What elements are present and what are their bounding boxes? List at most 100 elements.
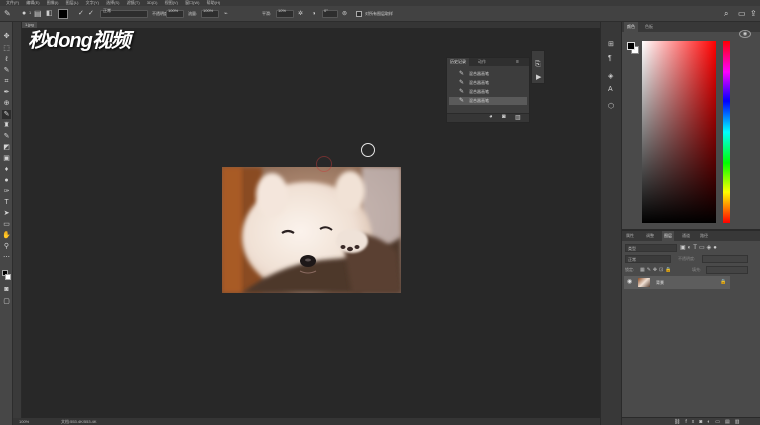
crop-icon[interactable]: ⌗: [2, 77, 11, 86]
pen-icon[interactable]: ✑: [2, 187, 11, 196]
rectangle-icon[interactable]: ▭: [2, 220, 11, 229]
hand-icon[interactable]: ✋: [2, 231, 11, 240]
dodge-icon[interactable]: ●: [2, 176, 11, 185]
lock-icons[interactable]: ▦✎✥⊡🔒: [640, 266, 674, 274]
quick-mask-icon[interactable]: ◙: [2, 285, 11, 294]
history-step-label: 混合器画笔: [469, 71, 489, 76]
history-step[interactable]: ✎ 混合器画笔: [449, 88, 527, 96]
stamp-icon[interactable]: ♜: [2, 121, 11, 130]
panel-menu-icon[interactable]: ≡: [513, 58, 522, 66]
load-brush-icon[interactable]: ✓: [78, 6, 84, 22]
tab-swatches[interactable]: 色板: [642, 22, 656, 32]
marquee-icon[interactable]: ⬚: [2, 44, 11, 53]
layer-row-background[interactable]: ◉ 背景 🔒: [624, 276, 730, 289]
pressure-icon[interactable]: ⊚: [342, 6, 347, 22]
tab-paths[interactable]: 路径: [698, 231, 710, 241]
quick-select-icon[interactable]: ✎: [2, 66, 11, 75]
history-panel-header: 历史记录 动作 ≡: [447, 58, 529, 66]
history-step[interactable]: ✎ 混合器画笔: [449, 79, 527, 87]
tab-history[interactable]: 历史记录: [447, 58, 469, 66]
layer-thumbnail: [638, 278, 650, 287]
search-icon[interactable]: ⌕: [724, 9, 728, 19]
play-icon[interactable]: ▶: [536, 73, 541, 81]
eraser-icon[interactable]: ◩: [2, 143, 11, 152]
eye-icon[interactable]: ◉: [739, 30, 751, 38]
more-tools-icon[interactable]: ⋯: [2, 253, 11, 262]
airbrush-icon[interactable]: ⌁: [224, 6, 228, 22]
mode-select[interactable]: 正常: [100, 8, 148, 18]
layer-filter-select[interactable]: 类型: [625, 244, 677, 252]
mixer-brush-icon: ✎: [459, 98, 465, 104]
snapshot-icon[interactable]: ◕: [489, 114, 493, 120]
color-picker-field[interactable]: [642, 41, 716, 223]
share-icon[interactable]: ⇪: [750, 9, 757, 18]
workspace-icon[interactable]: ▭: [738, 9, 746, 18]
mixer-brush-icon[interactable]: ✎: [4, 6, 11, 22]
tab-adjustments[interactable]: 调整: [644, 231, 656, 241]
mixer-brush-icon: ✎: [459, 80, 465, 86]
tab-channels[interactable]: 通道: [680, 231, 692, 241]
visibility-eye-icon[interactable]: ◉: [627, 278, 632, 285]
sample-all-checkbox[interactable]: [356, 11, 362, 17]
type-icon[interactable]: T: [2, 198, 11, 207]
layer-filter-icons[interactable]: ▣◐T▭◈●: [680, 244, 719, 252]
hue-slider[interactable]: [723, 41, 730, 223]
lasso-icon[interactable]: ℓ: [2, 55, 11, 64]
flow-field[interactable]: 100%: [201, 8, 219, 18]
mixer-brush-icon: ✎: [459, 89, 465, 95]
blur-icon[interactable]: ♦: [2, 165, 11, 174]
foreground-color[interactable]: [627, 42, 635, 50]
path-select-icon[interactable]: ➤: [2, 209, 11, 218]
layer-footer-icons[interactable]: ⛓fx◙◐▭▤▥: [674, 418, 744, 425]
brush-stroke-mark: [316, 156, 332, 172]
brush-panel-icon[interactable]: ▤: [34, 6, 42, 22]
healing-icon[interactable]: ⊕: [2, 99, 11, 108]
mixer-brush-icon[interactable]: ✎: [2, 110, 11, 119]
history-panel-icon[interactable]: ⎘: [535, 61, 541, 69]
angle-value: 0°: [324, 8, 328, 13]
tab-layers[interactable]: 图层: [662, 231, 674, 241]
layers-panel-header: 属性 调整 图层 通道 路径: [622, 231, 760, 241]
history-brush-icon[interactable]: ✎: [2, 132, 11, 141]
zoom-level[interactable]: 100%: [19, 418, 29, 425]
mixer-brush-icon: ✎: [459, 71, 465, 77]
history-step-label: 混合器画笔: [469, 80, 489, 85]
smooth-field[interactable]: 10%: [276, 8, 294, 18]
character-icon[interactable]: A: [608, 86, 613, 93]
brush-preset-icon[interactable]: ●: [22, 6, 26, 22]
history-side-buttons: ⎘ ▶: [531, 50, 545, 84]
camera-icon[interactable]: ◙: [502, 114, 506, 120]
layer-opacity-field[interactable]: [702, 255, 748, 263]
opacity-field[interactable]: 100%: [166, 8, 184, 18]
screen-mode-icon[interactable]: ▢: [2, 297, 11, 306]
background-color-swatch[interactable]: [5, 274, 11, 280]
history-step-label: 混合器画笔: [469, 98, 489, 103]
status-bar: 100% 文档:553.4K/553.4K: [13, 418, 600, 425]
layer-fill-field[interactable]: [706, 266, 748, 274]
options-bar: ✎ ● 1 ▤ ◧ ✓ ✓ 正常 不透明度: 100% 流量: 100% ⌁ 平…: [0, 6, 760, 22]
history-step[interactable]: ✎ 混合器画笔: [449, 70, 527, 78]
toolbox-gutter: [13, 22, 22, 425]
brush-settings-icon[interactable]: ⊞: [608, 40, 614, 48]
blend-mode-select[interactable]: 正常: [625, 255, 671, 263]
history-panel: 历史记录 动作 ≡ ✎ 混合器画笔 ✎ 混合器画笔 ✎ 混合器画笔 ✎ 混合器画…: [446, 57, 530, 123]
clean-brush-icon[interactable]: ◧: [46, 6, 53, 22]
clone-source-icon[interactable]: ◈: [608, 72, 613, 80]
gear-icon[interactable]: ✲: [298, 6, 303, 22]
clean-brush-toggle-icon[interactable]: ✓: [88, 6, 94, 22]
tab-color[interactable]: 颜色: [624, 22, 638, 32]
angle-field[interactable]: 0°: [322, 8, 338, 18]
move-icon[interactable]: ✥: [2, 32, 11, 41]
eyedropper-icon[interactable]: ✒: [2, 88, 11, 97]
load-swatch[interactable]: [58, 9, 68, 19]
smooth-label: 平滑:: [262, 11, 272, 16]
tab-properties[interactable]: 属性: [624, 231, 636, 241]
brush-icon[interactable]: ¶: [608, 55, 612, 62]
tab-actions[interactable]: 动作: [475, 58, 489, 66]
history-step-active[interactable]: ✎ 混合器画笔: [449, 97, 527, 105]
zoom-icon[interactable]: ⚲: [2, 242, 11, 251]
gradient-icon[interactable]: ▣: [2, 154, 11, 163]
trash-icon[interactable]: ▥: [515, 114, 521, 121]
3d-icon[interactable]: ⬡: [608, 102, 614, 110]
document-image[interactable]: [222, 167, 401, 293]
